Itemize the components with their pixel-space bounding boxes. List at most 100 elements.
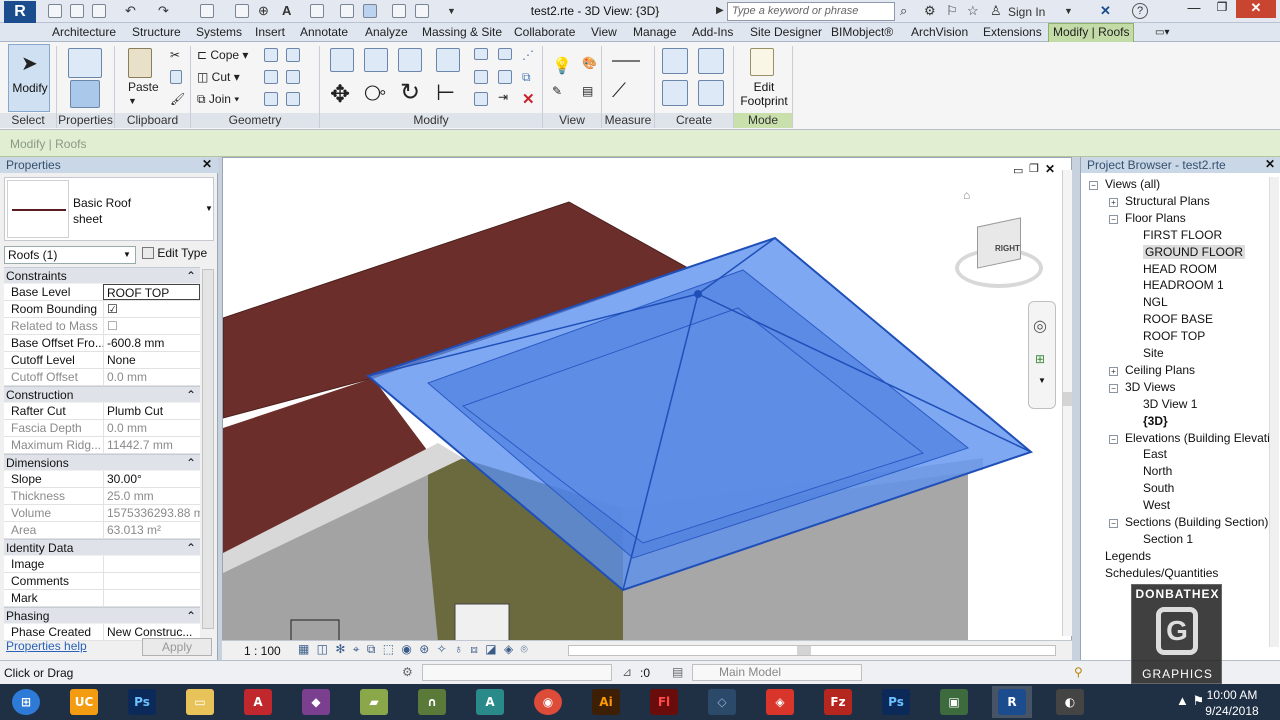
property-section[interactable]: Constraints ⌃ (4, 267, 200, 283)
taskbar-explorer[interactable]: ▭ (180, 686, 220, 718)
create-parts-icon[interactable] (698, 80, 724, 106)
search-expand-icon[interactable]: ▶ (716, 5, 724, 16)
viewport-close-icon[interactable]: ✕ (1045, 162, 1055, 176)
browser-item[interactable]: {3D} (1143, 414, 1168, 428)
taskbar-anydesk[interactable]: ◈ (760, 686, 800, 718)
collapse-icon[interactable]: ⌃ (186, 455, 196, 471)
unpin-icon[interactable] (498, 70, 512, 84)
copy-multi-icon[interactable]: ⧉ (522, 70, 531, 85)
property-row[interactable]: Mark (4, 590, 200, 607)
app-logo[interactable]: R (4, 1, 36, 23)
scale-icon[interactable] (474, 92, 488, 106)
array-icon[interactable] (474, 70, 488, 84)
tab-modify-roofs[interactable]: Modify | Roofs (1048, 23, 1135, 42)
design-option-select[interactable]: Main Model (692, 664, 862, 681)
apply-button[interactable]: Apply (142, 638, 212, 656)
paste-icon[interactable] (128, 48, 152, 78)
move-icon[interactable]: ✥ (330, 80, 350, 109)
taskbar-archicad[interactable]: ∩ (412, 686, 452, 718)
collapse-icon[interactable]: − (1089, 181, 1098, 190)
measure-distance-icon[interactable] (612, 60, 640, 62)
expand-icon[interactable]: + (1109, 366, 1118, 376)
property-value[interactable]: -600.8 mm (103, 335, 200, 351)
browser-item[interactable]: HEADROOM 1 (1143, 278, 1224, 292)
modify-button[interactable]: ➤ Modify (8, 44, 50, 112)
design-options-icon[interactable]: ▤ (672, 665, 683, 679)
navigation-bar[interactable]: ◎ ⊞ ▼ (1028, 301, 1056, 409)
trim-multi-icon[interactable]: ⇥ (498, 90, 508, 104)
browser-item[interactable]: FIRST FLOOR (1143, 228, 1222, 242)
property-row[interactable]: Cutoff Offset 0.0 mm (4, 369, 200, 386)
property-row[interactable]: Maximum Ridg... 11442.7 mm (4, 437, 200, 454)
project-browser-close-icon[interactable]: ✕ (1265, 157, 1275, 171)
mirror-draw-icon[interactable] (436, 48, 460, 72)
properties-scrollbar[interactable] (202, 269, 214, 629)
property-row[interactable]: Fascia Depth 0.0 mm (4, 420, 200, 437)
pin-icon[interactable] (498, 48, 512, 60)
property-section[interactable]: Dimensions ⌃ (4, 454, 200, 470)
linework-icon[interactable]: ✎ (552, 84, 562, 98)
horizontal-scrollbar[interactable] (568, 645, 1056, 656)
comm-center-icon[interactable]: ⚐ (946, 3, 958, 19)
taskbar-illustrator[interactable]: Ai (586, 686, 626, 718)
collapse-icon[interactable]: − (1109, 383, 1118, 393)
property-section[interactable]: Construction ⌃ (4, 386, 200, 402)
collapse-icon[interactable]: ⌃ (186, 268, 196, 284)
switch-windows-icon[interactable] (415, 4, 429, 18)
property-row[interactable]: Rafter Cut Plumb Cut (4, 403, 200, 420)
property-row[interactable]: Related to Mass ☐ (4, 318, 200, 335)
worksets-icon[interactable]: ⚙ (402, 665, 413, 679)
wall-opening-icon[interactable] (286, 92, 300, 106)
open-icon[interactable] (48, 4, 62, 18)
taskbar-gem[interactable]: ◇ (702, 686, 742, 718)
property-value[interactable]: 11442.7 mm (103, 437, 200, 453)
favorites-icon[interactable]: ☆ (967, 3, 979, 19)
property-value[interactable] (103, 573, 200, 589)
viewport-minimize-icon[interactable]: ▭ (1013, 164, 1023, 177)
panel-select[interactable]: Select (0, 113, 56, 128)
undo-icon[interactable]: ↶ (125, 3, 136, 19)
taskbar-flash[interactable]: Fl (644, 686, 684, 718)
browser-item[interactable]: Schedules/Quantities (1105, 566, 1218, 580)
paste-button[interactable]: Paste (128, 80, 159, 94)
property-row[interactable]: Cutoff Level None (4, 352, 200, 369)
property-row[interactable]: Comments (4, 573, 200, 590)
taskbar-app[interactable]: ◆ (296, 686, 336, 718)
expand-icon[interactable]: + (1109, 197, 1118, 207)
taskbar-browser[interactable]: UC (64, 686, 104, 718)
subscription-icon[interactable]: ⚙ (924, 3, 936, 19)
search-input[interactable]: Type a keyword or phrase (727, 2, 895, 21)
property-row[interactable]: Slope 30.00° (4, 471, 200, 488)
taskbar-lumion[interactable]: A (470, 686, 510, 718)
help-icon[interactable]: ? (1132, 3, 1148, 19)
sign-in-link[interactable]: Sign In (1008, 5, 1045, 19)
type-selector[interactable]: Basic Roof sheet ▼ (4, 177, 214, 241)
browser-item[interactable]: ROOF TOP (1143, 329, 1205, 343)
tab-view[interactable]: View (591, 25, 617, 39)
clock-date[interactable]: 9/24/2018 (1204, 704, 1260, 718)
collapse-icon[interactable]: ⌃ (186, 608, 196, 624)
join-roof-icon[interactable] (264, 92, 278, 106)
dimension-aligned-icon[interactable]: ⟋ (612, 80, 626, 103)
create-group-icon[interactable] (698, 48, 724, 74)
redo-icon[interactable]: ↷ (158, 3, 169, 19)
property-row[interactable]: Base Offset Fro... -600.8 mm (4, 335, 200, 352)
workset-select[interactable] (422, 664, 612, 681)
browser-item[interactable]: North (1143, 464, 1172, 478)
edit-footprint-button[interactable]: Edit Footprint (738, 44, 790, 112)
taskbar-photoshop-2[interactable]: Ps (876, 686, 916, 718)
property-section[interactable]: Identity Data ⌃ (4, 539, 200, 555)
demolish-icon[interactable] (286, 70, 300, 84)
collapse-icon[interactable]: − (1109, 434, 1118, 444)
save-icon[interactable] (70, 4, 84, 18)
browser-item[interactable]: East (1143, 447, 1167, 461)
unjoin-icon[interactable]: ⋰ (522, 48, 534, 62)
tab-systems[interactable]: Systems (196, 25, 242, 39)
browser-item[interactable]: Section 1 (1143, 532, 1193, 546)
qat-dropdown-icon[interactable]: ▼ (447, 6, 456, 16)
cut-geometry-button[interactable]: ◫ Cut ▾ (197, 70, 240, 84)
tag-icon[interactable]: ⊕ (258, 3, 269, 19)
property-value[interactable]: 25.0 mm (103, 488, 200, 504)
property-value[interactable]: ☐ (103, 318, 200, 334)
browser-item[interactable]: South (1143, 481, 1174, 495)
